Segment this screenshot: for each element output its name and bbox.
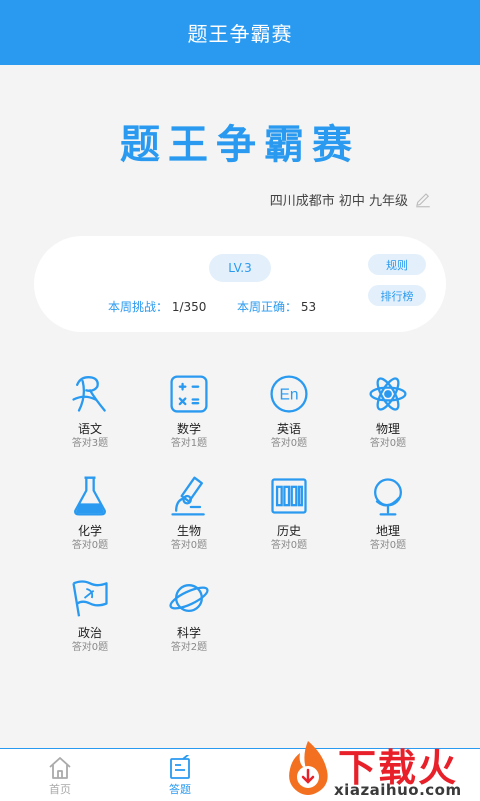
physics-icon xyxy=(369,377,407,411)
header-title: 题王争霸赛 xyxy=(187,22,293,46)
home-icon xyxy=(49,757,71,779)
location-text: 四川成都市 初中 九年级 xyxy=(269,194,408,209)
subject-name: 政治 xyxy=(77,626,102,640)
tab-answer-label: 答题 xyxy=(169,783,191,796)
hero-title: 题王争霸赛 xyxy=(120,122,360,168)
subject-name: 科学 xyxy=(176,626,201,640)
subject-english[interactable]: En 英语 答对0题 xyxy=(239,372,339,450)
ranking-button[interactable]: 排行榜 xyxy=(368,285,426,306)
subject-count: 答对0题 xyxy=(369,540,407,551)
weekly-correct: 本周正确： 53 xyxy=(237,298,316,315)
subject-science[interactable]: 科学 答对2题 xyxy=(139,576,239,654)
weekly-challenge-value: 1/350 xyxy=(171,300,207,314)
tab-answer[interactable]: 答题 xyxy=(150,755,210,797)
subject-name: 生物 xyxy=(176,524,201,538)
weekly-correct-label: 本周正确： xyxy=(237,300,298,314)
chemistry-icon xyxy=(74,476,106,516)
politics-icon xyxy=(72,580,108,617)
subject-count: 答对0题 xyxy=(270,540,308,551)
edit-icon[interactable] xyxy=(414,191,432,209)
app-header: 题王争霸赛 xyxy=(0,0,480,65)
watermark: 下载火 xiazaihuo.com xyxy=(282,735,480,800)
subject-math[interactable]: 数学 答对1题 xyxy=(139,372,239,450)
subject-count: 答对0题 xyxy=(369,438,407,449)
subject-biology[interactable]: 生物 答对0题 xyxy=(139,474,239,552)
subject-name: 语文 xyxy=(77,422,102,436)
level-badge: LV.3 xyxy=(209,254,271,282)
svg-text:En: En xyxy=(279,387,298,404)
math-icon xyxy=(170,375,208,413)
subject-name: 英语 xyxy=(276,422,301,436)
subject-count: 答对3题 xyxy=(71,438,109,449)
subject-chemistry[interactable]: 化学 答对0题 xyxy=(40,474,140,552)
english-icon: En xyxy=(270,375,308,413)
geography-icon xyxy=(374,478,402,516)
flame-logo-icon xyxy=(289,741,328,795)
subject-physics[interactable]: 物理 答对0题 xyxy=(338,372,438,450)
tab-home[interactable]: 首页 xyxy=(30,755,90,797)
location-row[interactable]: 四川成都市 初中 九年级 xyxy=(270,190,432,209)
subject-name: 数学 xyxy=(176,422,201,436)
subject-geography[interactable]: 地理 答对0题 xyxy=(338,474,438,552)
subject-name: 物理 xyxy=(375,422,400,436)
subject-count: 答对0题 xyxy=(71,540,109,551)
subject-count: 答对0题 xyxy=(270,438,308,449)
subject-chinese[interactable]: 语文 答对3题 xyxy=(40,372,140,450)
subject-politics[interactable]: 政治 答对0题 xyxy=(40,576,140,654)
subject-count: 答对0题 xyxy=(170,540,208,551)
subject-name: 化学 xyxy=(77,524,102,538)
subject-count: 答对1题 xyxy=(170,438,208,449)
tab-home-label: 首页 xyxy=(49,783,71,796)
subject-history[interactable]: 历史 答对0题 xyxy=(239,474,339,552)
biology-icon xyxy=(171,476,205,516)
weekly-challenge: 本周挑战： 1/350 xyxy=(108,298,206,315)
history-icon xyxy=(271,478,307,514)
weekly-challenge-label: 本周挑战： xyxy=(108,300,169,314)
stats-card: LV.3 本周挑战： 1/350 本周正确： 53 规则 排行榜 xyxy=(34,236,446,332)
subject-count: 答对2题 xyxy=(170,642,208,653)
subject-count: 答对0题 xyxy=(71,642,109,653)
science-icon xyxy=(169,584,209,612)
rules-button[interactable]: 规则 xyxy=(368,254,426,275)
chinese-icon xyxy=(72,376,106,412)
weekly-correct-value: 53 xyxy=(300,300,317,314)
watermark-url: xiazaihuo.com xyxy=(334,781,462,799)
answer-icon xyxy=(170,755,190,779)
subject-name: 地理 xyxy=(375,524,400,538)
subject-name: 历史 xyxy=(276,524,301,538)
